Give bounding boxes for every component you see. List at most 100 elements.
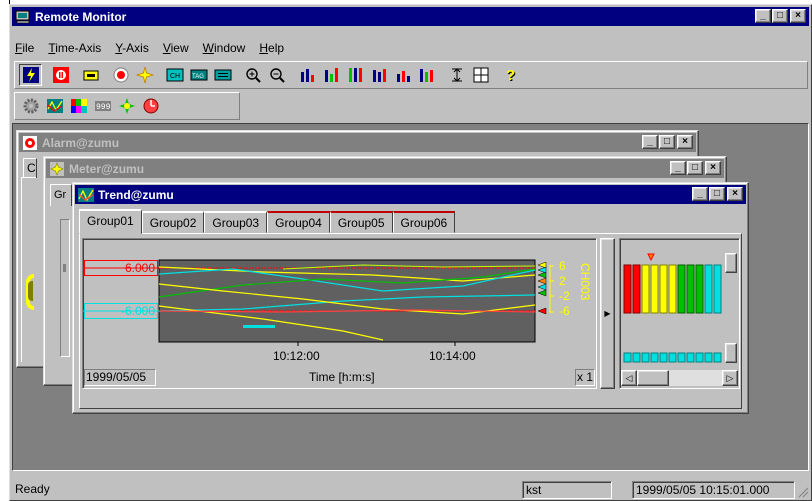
alarm-title: Alarm@zumu <box>42 135 120 150</box>
bar-display-2-button[interactable] <box>319 64 342 86</box>
upper-value-box[interactable]: 6.000 <box>84 260 158 276</box>
close-button[interactable]: × <box>790 9 806 23</box>
tab-group02[interactable]: Group02 <box>141 211 205 233</box>
trend-window-icon[interactable] <box>43 95 66 117</box>
bar-display-6-button[interactable] <box>415 64 438 86</box>
menu-file[interactable]: File <box>15 41 34 55</box>
level-bar-11 <box>713 264 722 314</box>
channel-button[interactable]: CH <box>163 64 186 86</box>
meter-window-icon <box>49 161 65 176</box>
menu-file-rest: ile <box>22 41 35 55</box>
span-button[interactable] <box>445 64 468 86</box>
time-label-2: 10:14:00 <box>429 349 476 363</box>
comment-button[interactable] <box>211 64 234 86</box>
trend-maximize-button[interactable]: □ <box>709 187 725 201</box>
scroll-right-button[interactable]: ▷ <box>722 370 738 386</box>
level-bar-9 <box>695 264 704 314</box>
mdi-client-area: Alarm@zumu _ □ × C Meter@zumu _ □ × Gr T… <box>12 123 809 471</box>
bar-scroll-handle-bottom[interactable] <box>725 343 737 363</box>
menu-time-axis[interactable]: Time-Axis <box>48 41 101 55</box>
meter-minimize-button[interactable]: _ <box>670 161 686 175</box>
scroll-thumb[interactable] <box>637 370 669 386</box>
grid-button[interactable] <box>469 64 492 86</box>
scroll-track[interactable] <box>669 370 722 386</box>
level-bar-1 <box>623 264 632 314</box>
color-bars-icon[interactable] <box>67 95 90 117</box>
tab-group06[interactable]: Group06 <box>392 211 456 233</box>
alarm-window-controls: _ □ × <box>641 135 693 149</box>
alarm-window-icon[interactable] <box>139 95 162 117</box>
resize-grip-icon[interactable] <box>797 482 809 498</box>
monitor-app-icon <box>15 10 31 24</box>
scale-label-6: 6 <box>559 259 566 273</box>
bar-display-5-button[interactable] <box>391 64 414 86</box>
alarm-title-bar[interactable]: Alarm@zumu _ □ × <box>19 133 696 152</box>
meter-window-controls: _ □ × <box>669 161 721 175</box>
connect-button[interactable] <box>19 64 42 86</box>
alarm-tab-fragment[interactable]: C <box>23 158 37 178</box>
date-field[interactable]: 1999/05/05 <box>84 369 156 386</box>
record-tape-button[interactable] <box>79 64 102 86</box>
panel-splitter[interactable]: ▶ <box>600 238 615 389</box>
tab-group03[interactable]: Group03 <box>204 211 268 233</box>
zoom-field[interactable]: x 1 <box>575 369 595 386</box>
bar-display-4-button[interactable] <box>367 64 390 86</box>
meter-window-icon[interactable] <box>115 95 138 117</box>
minimize-button[interactable]: _ <box>755 9 771 23</box>
gear-icon[interactable] <box>19 95 42 117</box>
scale-labels: 6 2 -2 -6 <box>559 259 570 319</box>
channel-label: CH003 <box>578 263 592 301</box>
menu-time-rest: ime-Axis <box>55 41 102 55</box>
alarm-close-button[interactable]: × <box>677 135 693 149</box>
menu-window[interactable]: Window <box>203 41 246 55</box>
lower-bar-5 <box>659 352 668 363</box>
tab-group04[interactable]: Group04 <box>267 211 330 233</box>
main-title-bar[interactable]: Remote Monitor _ □ × <box>12 7 809 26</box>
maximize-button[interactable]: □ <box>772 9 788 23</box>
toolbar-main: CH TAG ?? <box>14 61 808 89</box>
stop-button[interactable] <box>49 64 72 86</box>
tab-group01[interactable]: Group01 <box>79 209 142 234</box>
menu-y-axis[interactable]: Y-Axis <box>115 41 149 55</box>
meter-title-bar[interactable]: Meter@zumu _ □ × <box>46 159 724 178</box>
alarm-button[interactable] <box>109 64 132 86</box>
lower-bar-4 <box>650 352 659 363</box>
meter-maximize-button[interactable]: □ <box>687 161 703 175</box>
alarm-gauge-inner <box>28 281 33 301</box>
zoom-in-icon[interactable] <box>241 64 264 86</box>
menu-help[interactable]: Help <box>259 41 284 55</box>
tab-group05[interactable]: Group05 <box>329 211 393 233</box>
alarm-maximize-button[interactable]: □ <box>659 135 675 149</box>
menu-window-rest: indow <box>213 41 246 55</box>
bar-graph-canvas <box>623 253 722 363</box>
help-icon[interactable]: ?? <box>499 64 522 86</box>
bar-scroll-handle-top[interactable] <box>725 253 737 273</box>
menu-help-rest: elp <box>268 41 285 55</box>
zoom-out-icon[interactable] <box>265 64 288 86</box>
scroll-left-button[interactable]: ◁ <box>621 370 637 386</box>
lower-bar-9 <box>695 352 704 363</box>
meter-close-button[interactable]: × <box>705 161 721 175</box>
level-bar-3 <box>641 264 650 314</box>
trend-window[interactable]: Trend@zumu _ □ × Group01 Group02 Group03… <box>72 182 749 414</box>
marker-5 <box>537 289 547 297</box>
meter-tab-fragment[interactable]: Gr <box>50 184 72 206</box>
bar-display-3-button[interactable] <box>343 64 366 86</box>
digital-display-icon[interactable]: 999 <box>91 95 114 117</box>
lower-value-box[interactable]: -6.000 <box>84 303 158 319</box>
trend-close-button[interactable]: × <box>727 187 743 201</box>
trend-title-bar[interactable]: Trend@zumu _ □ × <box>75 185 746 204</box>
bar-display-button[interactable] <box>295 64 318 86</box>
marker-7 <box>537 307 547 315</box>
tag-button[interactable]: TAG <box>187 64 210 86</box>
bar-horizontal-scrollbar[interactable]: ◁ ▷ <box>621 370 738 386</box>
bar-pointer <box>647 253 655 262</box>
menu-view[interactable]: View <box>163 41 189 55</box>
alarm-minimize-button[interactable]: _ <box>642 135 658 149</box>
flash-button[interactable] <box>133 64 156 86</box>
menu-bar: File Time-Axis Y-Axis View Window Help <box>12 38 298 58</box>
menu-y-rest: -Axis <box>122 41 149 55</box>
trend-canvas <box>83 259 554 346</box>
trend-minimize-button[interactable]: _ <box>692 187 708 201</box>
svg-text:CH: CH <box>170 73 180 80</box>
